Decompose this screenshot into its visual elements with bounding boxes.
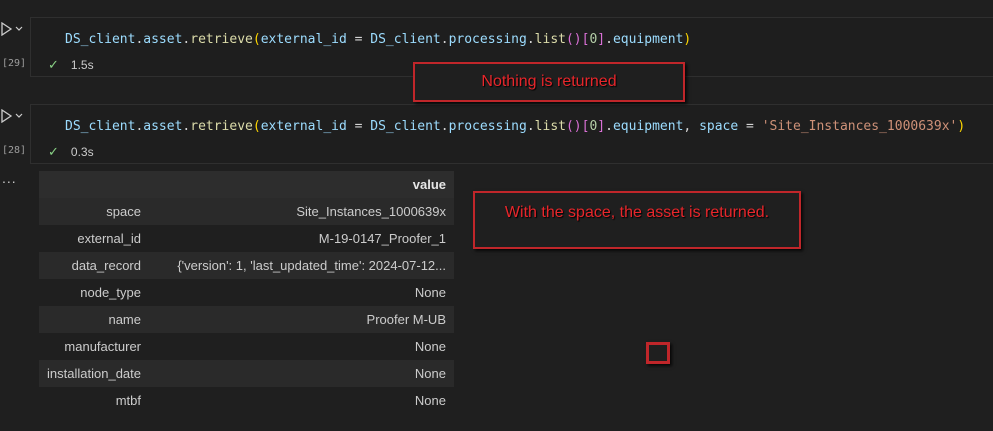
annotation-marker-box <box>646 342 670 364</box>
code-token: ( <box>252 119 261 134</box>
code-token: 'Site_Instances_1000639x' <box>761 119 958 134</box>
row-value: Proofer M-UB <box>366 312 446 327</box>
table-row: mtbf None <box>39 387 454 414</box>
code-token: retrieve <box>190 32 253 47</box>
code-token: asset <box>143 119 183 134</box>
table-header-blank <box>39 171 149 198</box>
run-cell-icon[interactable] <box>1 109 23 125</box>
code-token: = <box>346 32 371 47</box>
row-value: None <box>414 285 446 300</box>
code-token: . <box>605 119 613 134</box>
table-row: node_type None <box>39 279 454 306</box>
annotation-nothing-returned: Nothing is returned <box>413 62 685 102</box>
code-token: ) <box>957 119 966 134</box>
code-token: . <box>440 32 449 47</box>
table-row: data_record {'version': 1, 'last_updated_… <box>39 252 454 279</box>
row-key: manufacturer <box>64 339 141 354</box>
row-value: M-19-0147_Proofer_1 <box>318 231 446 246</box>
code-token: list <box>534 119 566 134</box>
code-token: ) <box>683 32 692 47</box>
code-token: space <box>699 119 739 134</box>
code-token: DS_client <box>65 119 136 134</box>
table-row: installation_date None <box>39 360 454 387</box>
code-token: DS_client <box>370 32 441 47</box>
output-more-actions-icon[interactable]: ... <box>2 170 17 186</box>
code-token: equipment <box>612 119 684 134</box>
code-token: () <box>565 32 582 47</box>
success-check-icon: ✓ <box>48 144 59 159</box>
code-token: . <box>526 32 535 47</box>
row-value: {'version': 1, 'last_updated_time': 2024… <box>177 258 446 273</box>
success-check-icon: ✓ <box>48 57 59 72</box>
cell-status: ✓ 0.3s <box>48 144 94 160</box>
cell-duration: 1.5s <box>70 58 94 72</box>
code-token: () <box>565 119 582 134</box>
code-token: processing <box>448 119 527 134</box>
row-value: None <box>414 393 446 408</box>
row-value: Site_Instances_1000639x <box>296 204 446 219</box>
code-token: external_id <box>260 119 347 134</box>
code-token: . <box>605 32 613 47</box>
code-token: . <box>526 119 535 134</box>
code-token: equipment <box>612 32 684 47</box>
code-token: = <box>346 119 371 134</box>
notebook-cell-2[interactable]: [28] DS_client. asset. retrieve(external_i… <box>0 104 993 164</box>
code-token: DS_client <box>65 32 136 47</box>
annotation-with-space: With the space, the asset is returned. <box>473 191 801 249</box>
code-token: ] <box>597 119 606 134</box>
code-token: processing <box>448 32 527 47</box>
table-row: external_id M-19-0147_Proofer_1 <box>39 225 454 252</box>
code-token: external_id <box>260 32 347 47</box>
table-row: name Proofer M-UB <box>39 306 454 333</box>
row-key: mtbf <box>115 393 141 408</box>
code-token: DS_client <box>370 119 441 134</box>
row-key: external_id <box>77 231 141 246</box>
code-token: . <box>440 119 449 134</box>
cell-duration: 0.3s <box>70 145 94 159</box>
execution-count: [29] <box>2 58 27 69</box>
code-token: ] <box>597 32 606 47</box>
code-line[interactable]: DS_client. asset. retrieve(external_id = D… <box>65 119 965 134</box>
cell-status: ✓ 1.5s <box>48 57 94 73</box>
row-key: data_record <box>71 258 141 273</box>
table-header-row: value <box>39 171 454 198</box>
table-header-value: value <box>412 177 446 192</box>
table-row: manufacturer None <box>39 333 454 360</box>
code-token: , <box>683 119 700 134</box>
code-editor[interactable] <box>30 104 993 164</box>
code-token: asset <box>143 32 183 47</box>
code-token: retrieve <box>190 119 253 134</box>
run-cell-icon[interactable] <box>1 22 23 38</box>
code-token: list <box>534 32 566 47</box>
output-dataframe: value space Site_Instances_1000639xextern… <box>39 171 454 414</box>
row-value: None <box>414 339 446 354</box>
code-line[interactable]: DS_client. asset. retrieve(external_id = D… <box>65 32 691 47</box>
table-row: space Site_Instances_1000639x <box>39 198 454 225</box>
row-key: node_type <box>80 285 141 300</box>
code-token: ( <box>252 32 261 47</box>
row-key: space <box>106 204 141 219</box>
execution-count: [28] <box>2 145 27 156</box>
row-key: installation_date <box>47 366 141 381</box>
row-key: name <box>108 312 141 327</box>
row-value: None <box>414 366 446 381</box>
code-token: = <box>738 119 762 134</box>
